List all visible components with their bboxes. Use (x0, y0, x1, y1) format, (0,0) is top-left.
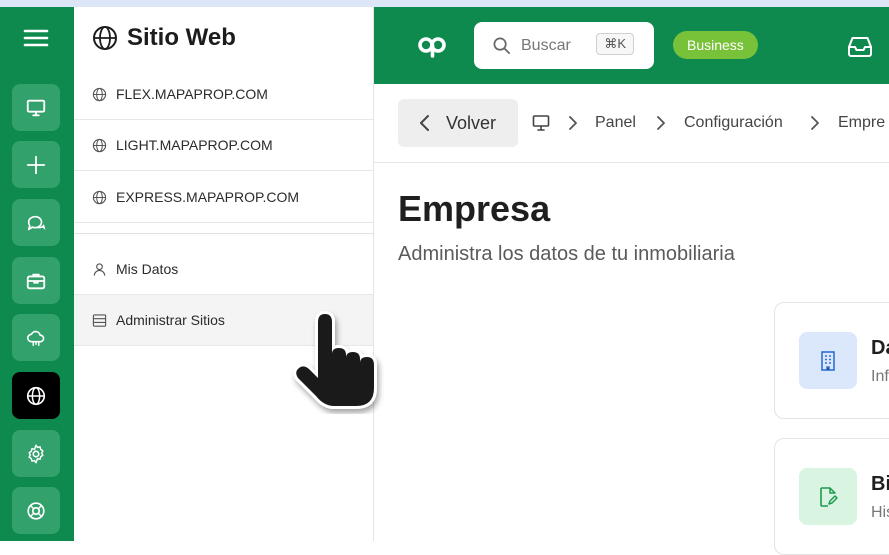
back-button-label: Volver (446, 112, 497, 133)
panel-title: Sitio Web (127, 24, 236, 51)
rail-help-button[interactable] (12, 487, 60, 534)
globe-icon (26, 386, 46, 405)
breadcrumb-item-configuracion[interactable]: Configuración (684, 114, 783, 132)
chat-icon (27, 215, 46, 230)
card-description: Inf (871, 368, 889, 385)
site-item-label: LIGHT.MAPAPROP.COM (116, 137, 273, 153)
card-icon-box (799, 468, 857, 525)
search-shortcut-hint: ⌘K (596, 33, 634, 55)
site-item-flex[interactable]: FLEX.MAPAPROP.COM (74, 69, 374, 120)
rail-briefcase-button[interactable] (12, 257, 60, 304)
settings-card-datos[interactable]: Da Inf (774, 302, 889, 419)
briefcase-icon (26, 273, 46, 289)
search-icon (493, 37, 510, 54)
rail-messages-button[interactable] (12, 199, 60, 246)
globe-icon (92, 138, 107, 152)
lifebuoy-icon (27, 501, 45, 520)
website-panel: Sitio Web FLEX.MAPAPROP.COM LIGHT.MAPAPR… (74, 7, 374, 541)
user-icon (93, 262, 106, 276)
card-title: Da (871, 337, 889, 359)
monitor-icon (26, 99, 46, 116)
site-item-label: EXPRESS.MAPAPROP.COM (116, 189, 300, 205)
plus-icon (26, 155, 46, 174)
breadcrumb-bar: Volver Panel Configuración Empre (374, 84, 889, 163)
cloud-icon (26, 330, 45, 346)
chevron-right-icon (657, 116, 665, 130)
site-item-express[interactable]: EXPRESS.MAPAPROP.COM (74, 172, 374, 223)
card-description: His (871, 504, 889, 521)
site-item-light[interactable]: LIGHT.MAPAPROP.COM (74, 120, 374, 171)
edit-document-icon (820, 486, 838, 507)
rail-settings-button[interactable] (12, 430, 60, 477)
gear-icon (28, 444, 44, 463)
search-box[interactable]: Buscar ⌘K (474, 22, 654, 69)
plan-badge: Business (673, 31, 758, 59)
card-title: Bi (871, 473, 889, 495)
globe-icon (92, 87, 107, 101)
chevron-right-icon (811, 116, 819, 130)
server-icon (92, 313, 107, 327)
menu-item-label: Mis Datos (116, 261, 179, 277)
hamburger-menu-icon[interactable] (22, 27, 50, 49)
inbox-icon[interactable] (846, 33, 874, 59)
card-icon-box (799, 332, 857, 389)
menu-item-mis-datos[interactable]: Mis Datos (74, 243, 373, 295)
breadcrumb-item-panel[interactable]: Panel (595, 114, 636, 132)
chevron-left-icon (420, 115, 429, 131)
menu-item-label: Administrar Sitios (116, 312, 225, 328)
top-header: Buscar ⌘K Business (374, 7, 889, 84)
search-placeholder: Buscar (521, 36, 571, 54)
panel-header: Sitio Web (92, 24, 236, 52)
site-item-label: FLEX.MAPAPROP.COM (116, 86, 268, 102)
brand-logo[interactable] (417, 31, 447, 59)
page-subtitle: Administra los datos de tu inmobiliaria (398, 243, 735, 265)
rail-website-button[interactable] (12, 372, 60, 419)
globe-icon (92, 190, 107, 204)
globe-icon (93, 26, 117, 50)
settings-card-bi[interactable]: Bi His (774, 438, 889, 555)
breadcrumb-item-empresa: Empre (838, 114, 886, 131)
panel-divider (74, 233, 374, 234)
browser-top-strip (0, 0, 889, 7)
page-title: Empresa (398, 188, 551, 229)
hand-pointer-cursor-icon (293, 311, 377, 409)
icon-rail (0, 7, 74, 541)
back-button[interactable]: Volver (398, 99, 518, 147)
rail-cloud-button[interactable] (12, 314, 60, 361)
monitor-icon[interactable] (532, 114, 550, 132)
rail-dashboard-button[interactable] (12, 84, 60, 131)
rail-add-button[interactable] (12, 141, 60, 188)
building-icon (821, 350, 835, 371)
chevron-right-icon (569, 116, 577, 130)
